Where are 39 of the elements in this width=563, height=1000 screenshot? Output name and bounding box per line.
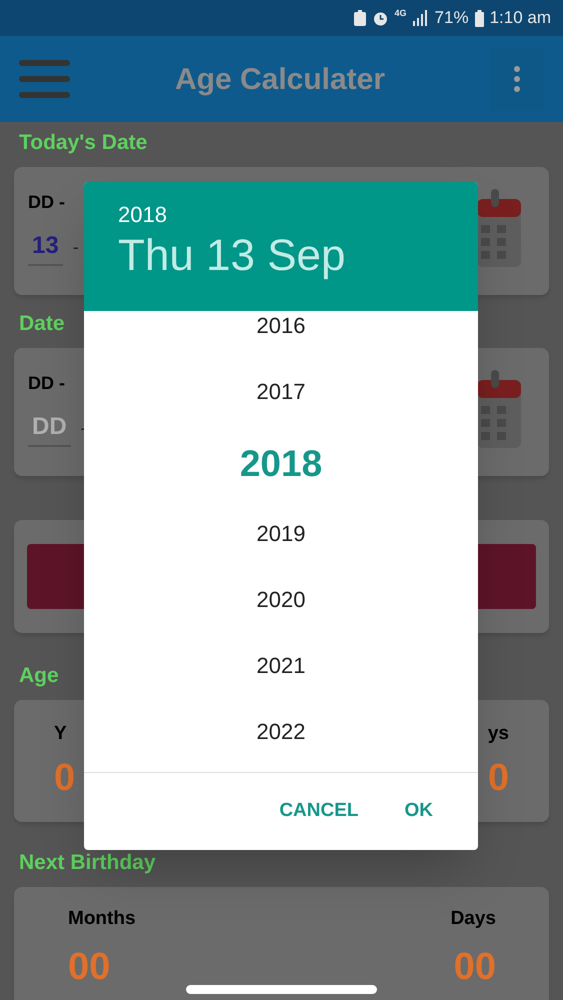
network-label: 4G bbox=[394, 7, 407, 20]
year-option[interactable]: 2018 bbox=[240, 443, 322, 483]
format-label: DD - bbox=[28, 191, 66, 214]
year-option[interactable]: 2019 bbox=[256, 519, 306, 549]
section-heading: Today's Date bbox=[19, 132, 148, 153]
format-label: DD - bbox=[28, 372, 66, 395]
more-options-button[interactable] bbox=[490, 48, 544, 110]
year-option[interactable]: 2022 bbox=[256, 717, 306, 747]
section-heading: Date bbox=[19, 313, 65, 334]
menu-icon[interactable] bbox=[19, 59, 70, 99]
section-heading: Age bbox=[19, 665, 59, 686]
clock-time: 1:10 am bbox=[490, 7, 551, 30]
alarm-icon bbox=[372, 10, 389, 26]
stat-label: Months bbox=[68, 907, 136, 931]
day-field[interactable]: DD bbox=[28, 409, 71, 447]
dialog-button[interactable]: CANCEL bbox=[279, 797, 358, 826]
year-option[interactable]: 2020 bbox=[256, 585, 306, 615]
battery-percent: 71% bbox=[434, 7, 469, 30]
stat-value: 00 bbox=[68, 948, 112, 986]
app-title: Age Calculater bbox=[174, 62, 386, 98]
day-field[interactable]: 13 bbox=[28, 228, 63, 266]
date-separator: - bbox=[72, 236, 79, 258]
dialog-button[interactable]: OK bbox=[404, 797, 433, 826]
section-heading: Next Birthday bbox=[19, 852, 156, 873]
stat-label: Y bbox=[54, 722, 68, 746]
battery-saver-icon bbox=[354, 10, 366, 26]
stat-value: 0 bbox=[488, 758, 509, 796]
stat-value: 00 bbox=[454, 948, 496, 986]
stat-label: Days bbox=[450, 907, 496, 931]
stat-label: ys bbox=[488, 722, 509, 746]
year-option[interactable]: 2017 bbox=[256, 377, 306, 407]
stat-value: 0 bbox=[54, 758, 76, 796]
signal-icon bbox=[412, 10, 429, 26]
battery-icon bbox=[474, 10, 484, 26]
year-option[interactable]: 2016 bbox=[256, 311, 306, 341]
header-date[interactable]: Thu 13 Sep bbox=[118, 234, 478, 278]
year-option[interactable]: 2021 bbox=[256, 651, 306, 681]
header-year[interactable]: 2018 bbox=[118, 204, 478, 226]
calendar-icon[interactable] bbox=[477, 370, 521, 450]
